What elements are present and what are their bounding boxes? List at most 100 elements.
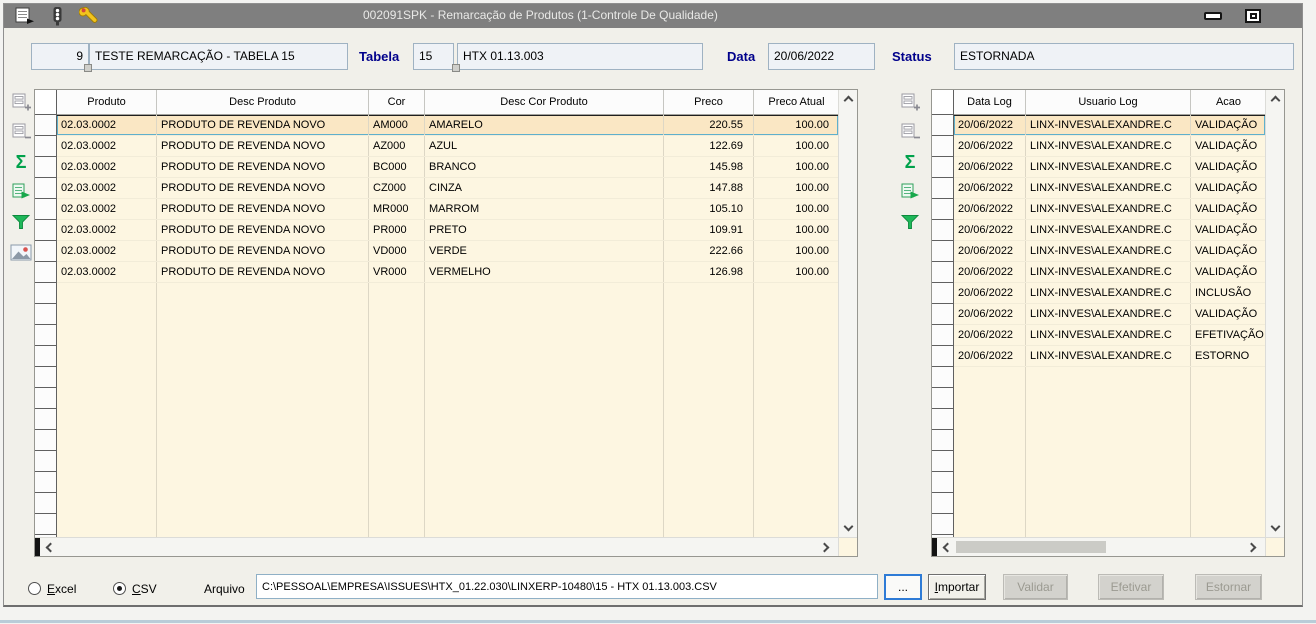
table-row[interactable]: 20/06/2022 LINX-INVES\ALEXANDRE.C VALIDAÇÃ… bbox=[932, 157, 1265, 178]
empty-cell bbox=[754, 409, 838, 430]
cell-preco: 220.55 bbox=[664, 115, 754, 135]
table-row[interactable]: 20/06/2022 LINX-INVES\ALEXANDRE.C VALIDAÇÃ… bbox=[932, 262, 1265, 283]
column-header-desc-cor-produto[interactable]: Desc Cor Produto bbox=[425, 90, 664, 115]
horizontal-scrollbar[interactable] bbox=[35, 537, 838, 556]
cell-usuario-log: LINX-INVES\ALEXANDRE.C bbox=[1026, 325, 1191, 345]
record-description-field[interactable]: TESTE REMARCAÇÃO - TABELA 15 bbox=[89, 43, 348, 70]
cell-cor: MR000 bbox=[369, 199, 425, 219]
column-header-desc-produto[interactable]: Desc Produto bbox=[157, 90, 369, 115]
filter-icon[interactable] bbox=[10, 211, 32, 233]
validar-button[interactable]: Validar bbox=[1003, 574, 1068, 600]
traffic-light-icon[interactable] bbox=[46, 5, 68, 27]
radio-csv[interactable] bbox=[113, 582, 126, 595]
row-cells: 02.03.0002 PRODUTO DE REVENDA NOVO PR000 PR… bbox=[57, 220, 838, 241]
scrollbar-corner bbox=[1265, 537, 1284, 556]
table-row[interactable]: 20/06/2022 LINX-INVES\ALEXANDRE.C VALIDAÇÃ… bbox=[932, 304, 1265, 325]
column-header-produto[interactable]: Produto bbox=[57, 90, 157, 115]
column-header-usuario-log[interactable]: Usuario Log bbox=[1026, 90, 1191, 115]
minimize-button[interactable] bbox=[1199, 8, 1227, 24]
table-row[interactable]: 02.03.0002 PRODUTO DE REVENDA NOVO MR000 MA… bbox=[35, 199, 838, 220]
tabela-description-field[interactable]: HTX 01.13.003 bbox=[457, 43, 703, 70]
empty-cell bbox=[664, 304, 754, 325]
add-record-icon[interactable] bbox=[10, 91, 32, 113]
row-cells: 20/06/2022 LINX-INVES\ALEXANDRE.C INCLUSÃO bbox=[954, 283, 1265, 304]
sum-icon[interactable]: Σ bbox=[899, 151, 921, 173]
column-header-cor[interactable]: Cor bbox=[369, 90, 425, 115]
tabela-number-field[interactable]: 15 bbox=[413, 43, 454, 70]
table-row[interactable]: 20/06/2022 LINX-INVES\ALEXANDRE.C VALIDAÇÃ… bbox=[932, 136, 1265, 157]
empty-cell bbox=[425, 409, 664, 430]
scroll-up-icon[interactable] bbox=[843, 95, 853, 106]
row-indicator bbox=[932, 451, 954, 472]
vertical-scrollbar[interactable] bbox=[838, 90, 857, 537]
report-icon[interactable] bbox=[14, 5, 36, 27]
cell-preco-atual: 100.00 bbox=[754, 136, 838, 156]
scrollbar-thumb[interactable] bbox=[956, 541, 1106, 553]
vertical-scrollbar[interactable] bbox=[1265, 90, 1284, 537]
table-row[interactable]: 20/06/2022 LINX-INVES\ALEXANDRE.C VALIDAÇÃ… bbox=[932, 199, 1265, 220]
efetivar-button[interactable]: Efetivar bbox=[1098, 574, 1164, 600]
scroll-right-icon[interactable] bbox=[1246, 542, 1257, 552]
empty-cell bbox=[754, 367, 838, 388]
scroll-up-icon[interactable] bbox=[1270, 95, 1280, 106]
add-record-icon[interactable] bbox=[899, 91, 921, 113]
empty-cell bbox=[157, 409, 369, 430]
scroll-left-icon[interactable] bbox=[45, 542, 56, 552]
scroll-left-icon[interactable] bbox=[942, 542, 953, 552]
column-header-acao[interactable]: Acao bbox=[1191, 90, 1265, 115]
row-cells: 02.03.0002 PRODUTO DE REVENDA NOVO VD000 VE… bbox=[57, 241, 838, 262]
empty-cell bbox=[664, 514, 754, 535]
sum-icon[interactable]: Σ bbox=[10, 151, 32, 173]
image-icon[interactable] bbox=[10, 241, 32, 263]
empty-cell bbox=[1026, 472, 1191, 493]
radio-excel[interactable] bbox=[28, 582, 41, 595]
data-field[interactable]: 20/06/2022 bbox=[768, 43, 875, 70]
estornar-button[interactable]: Estornar bbox=[1195, 574, 1262, 600]
importar-button[interactable]: Importar bbox=[928, 574, 986, 600]
scroll-right-icon[interactable] bbox=[819, 542, 830, 552]
table-row[interactable]: 02.03.0002 PRODUTO DE REVENDA NOVO AM000 AM… bbox=[35, 115, 838, 136]
empty-cell bbox=[157, 493, 369, 514]
column-header-preco-atual[interactable]: Preco Atual bbox=[754, 90, 838, 115]
cell-data-log: 20/06/2022 bbox=[954, 283, 1026, 303]
horizontal-scrollbar[interactable] bbox=[932, 537, 1265, 556]
row-indicator bbox=[35, 472, 57, 493]
table-row[interactable]: 02.03.0002 PRODUTO DE REVENDA NOVO BC000 BR… bbox=[35, 157, 838, 178]
cell-usuario-log: LINX-INVES\ALEXANDRE.C bbox=[1026, 220, 1191, 240]
empty-row bbox=[35, 346, 838, 367]
scroll-down-icon[interactable] bbox=[1270, 521, 1280, 532]
table-row[interactable]: 20/06/2022 LINX-INVES\ALEXANDRE.C VALIDAÇÃ… bbox=[932, 220, 1265, 241]
table-row[interactable]: 02.03.0002 PRODUTO DE REVENDA NOVO CZ000 CI… bbox=[35, 178, 838, 199]
column-header-preco[interactable]: Preco bbox=[664, 90, 754, 115]
arquivo-input[interactable] bbox=[256, 574, 878, 599]
restore-button[interactable] bbox=[1239, 8, 1267, 24]
table-row[interactable]: 02.03.0002 PRODUTO DE REVENDA NOVO VR000 VE… bbox=[35, 262, 838, 283]
cell-produto: 02.03.0002 bbox=[57, 220, 157, 240]
table-row[interactable]: 20/06/2022 LINX-INVES\ALEXANDRE.C ESTORNO bbox=[932, 346, 1265, 367]
row-indicator bbox=[932, 136, 954, 157]
table-row[interactable]: 20/06/2022 LINX-INVES\ALEXANDRE.C INCLUSÃO bbox=[932, 283, 1265, 304]
column-header-data-log[interactable]: Data Log bbox=[954, 90, 1026, 115]
remove-record-icon[interactable] bbox=[10, 121, 32, 143]
row-indicator bbox=[35, 325, 57, 346]
export-icon[interactable] bbox=[899, 181, 921, 203]
scroll-down-icon[interactable] bbox=[843, 521, 853, 532]
table-row[interactable]: 20/06/2022 LINX-INVES\ALEXANDRE.C VALIDAÇÃ… bbox=[932, 241, 1265, 262]
export-icon[interactable] bbox=[10, 181, 32, 203]
cell-cor: BC000 bbox=[369, 157, 425, 177]
record-number-field[interactable]: 9 bbox=[31, 43, 89, 70]
filter-icon[interactable] bbox=[899, 211, 921, 233]
remove-record-icon[interactable] bbox=[899, 121, 921, 143]
radio-label-csv[interactable]: CSV bbox=[132, 582, 157, 596]
radio-label-excel[interactable]: Excel bbox=[47, 582, 76, 596]
table-row[interactable]: 20/06/2022 LINX-INVES\ALEXANDRE.C VALIDAÇÃ… bbox=[932, 115, 1265, 136]
browse-button[interactable]: ... bbox=[884, 574, 922, 600]
row-indicator-header bbox=[35, 90, 57, 115]
wrench-icon[interactable] bbox=[78, 5, 100, 27]
table-row[interactable]: 02.03.0002 PRODUTO DE REVENDA NOVO VD000 VE… bbox=[35, 241, 838, 262]
table-row[interactable]: 20/06/2022 LINX-INVES\ALEXANDRE.C EFETIVAÇ… bbox=[932, 325, 1265, 346]
table-row[interactable]: 20/06/2022 LINX-INVES\ALEXANDRE.C VALIDAÇÃ… bbox=[932, 178, 1265, 199]
status-field[interactable]: ESTORNADA bbox=[954, 43, 1294, 70]
table-row[interactable]: 02.03.0002 PRODUTO DE REVENDA NOVO AZ000 AZ… bbox=[35, 136, 838, 157]
table-row[interactable]: 02.03.0002 PRODUTO DE REVENDA NOVO PR000 PR… bbox=[35, 220, 838, 241]
